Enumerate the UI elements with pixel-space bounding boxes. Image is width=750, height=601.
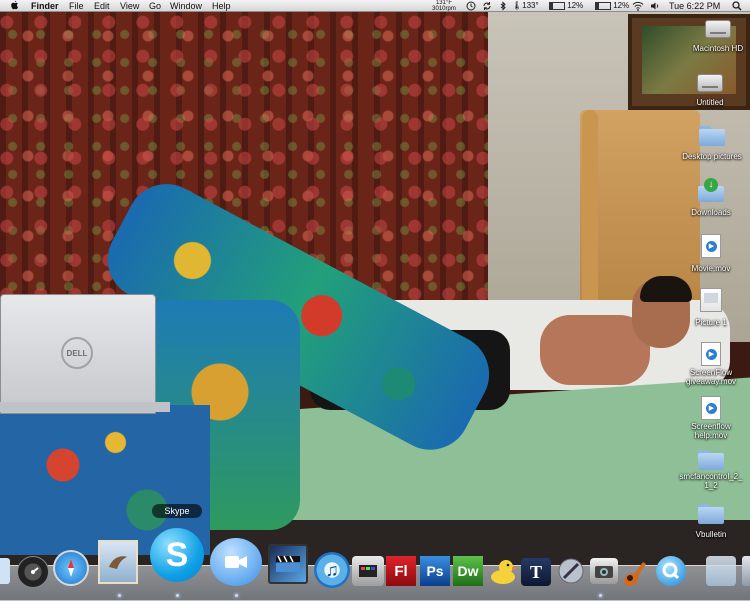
desktop-icon-downloads[interactable]: ↓ Downloads xyxy=(669,178,750,220)
time-machine-icon[interactable] xyxy=(466,0,476,12)
garageband-icon[interactable] xyxy=(620,558,650,586)
battery-percent-1: 12% xyxy=(567,1,584,10)
dock-running-indicator xyxy=(176,594,179,597)
ichat-icon[interactable] xyxy=(210,538,262,586)
picture-file-icon xyxy=(700,288,722,312)
trash-icon[interactable] xyxy=(742,556,750,586)
desktop-icon-label: Macintosh HD xyxy=(692,44,744,53)
menu-help[interactable]: Help xyxy=(209,0,234,12)
battery-icon xyxy=(549,1,565,10)
desktop-icon-screenflow-help[interactable]: ▶ Screenflow help.mov xyxy=(669,396,750,443)
imovie-icon[interactable] xyxy=(268,544,308,584)
photoshop-icon[interactable]: Ps xyxy=(420,556,450,586)
dock-running-indicator xyxy=(599,594,602,597)
quicktime-icon[interactable] xyxy=(656,556,686,586)
desktop-icon-label: ScreenFlow giveaway.mov xyxy=(685,368,737,386)
desktop-icon-macintosh-hd[interactable]: Macintosh HD xyxy=(676,20,750,56)
menu-go[interactable]: Go xyxy=(146,0,164,12)
desktop-icon-label: Vbulletin xyxy=(695,530,727,539)
hard-drive-icon xyxy=(697,74,723,92)
menu-edit[interactable]: Edit xyxy=(91,0,113,12)
movie-file-icon: ▶ xyxy=(701,342,721,366)
folder-icon xyxy=(699,126,725,146)
menu-window[interactable]: Window xyxy=(167,0,205,12)
wifi-icon[interactable] xyxy=(632,0,644,12)
bluetooth-icon[interactable] xyxy=(500,0,507,12)
safari-icon[interactable] xyxy=(53,550,89,586)
menu-bar: Finder File Edit View Go Window Help 131… xyxy=(0,0,750,12)
desktop-icon-label: Movie.mov xyxy=(691,264,731,273)
folder-icon xyxy=(698,504,724,524)
desktop-icon-smcfancontrol[interactable]: smcfancontrol_2_ 1_2 xyxy=(669,450,750,493)
desktop-icon-label: Desktop pictures xyxy=(682,152,742,161)
fan-speed-readout: 3010rpm xyxy=(432,6,456,12)
menu-file[interactable]: File xyxy=(66,0,87,12)
battery-status-2[interactable]: 12% xyxy=(594,0,629,12)
desktop-icon-desktop-pictures[interactable]: Desktop pictures xyxy=(670,126,750,164)
desktop-icon-label: smcfancontrol_2_ 1_2 xyxy=(679,472,743,490)
cyberduck-icon[interactable] xyxy=(488,556,518,586)
downloads-folder-icon: ↓ xyxy=(698,178,724,202)
desktop-wallpaper: DELL xyxy=(0,0,750,600)
mail-icon[interactable] xyxy=(98,540,138,584)
desktop-icon-untitled[interactable]: Untitled xyxy=(668,74,750,110)
desktop-icon-vbulletin[interactable]: Vbulletin xyxy=(669,504,750,542)
cpu-temp-status[interactable]: 🌡133° xyxy=(512,0,539,12)
volume-icon[interactable] xyxy=(650,0,660,12)
wallpaper-laptop-base xyxy=(0,402,170,412)
dashboard-icon[interactable] xyxy=(17,556,49,588)
skype-icon[interactable]: S xyxy=(150,528,204,582)
battery-percent-2: 12% xyxy=(613,1,630,10)
cpu-temp-readout: 133° xyxy=(522,1,539,10)
flash-icon[interactable]: Fl xyxy=(386,556,416,586)
utility-icon[interactable] xyxy=(556,556,586,586)
spotlight-icon[interactable] xyxy=(732,0,742,12)
thermometer-icon: 🌡 xyxy=(512,1,523,10)
dock-running-indicator xyxy=(118,594,121,597)
laptop-logo: DELL xyxy=(61,337,93,369)
movie-file-icon: ▶ xyxy=(701,396,721,420)
dreamweaver-icon[interactable]: Dw xyxy=(453,556,483,586)
fan-control-status[interactable]: 131°F 3010rpm xyxy=(432,0,456,12)
menubar-clock[interactable]: Tue 6:22 PM xyxy=(669,0,720,12)
movie-file-icon: ▶ xyxy=(701,234,721,258)
desktop-icon-movie-mov[interactable]: ▶ Movie.mov xyxy=(669,234,750,276)
menu-app-finder[interactable]: Finder xyxy=(28,0,62,12)
desktop-icon-label: Screenflow help.mov xyxy=(691,422,731,440)
apple-menu-icon[interactable] xyxy=(10,0,20,12)
textedit-icon[interactable]: T xyxy=(521,558,551,586)
stack-icon[interactable] xyxy=(706,556,736,586)
menu-view[interactable]: View xyxy=(117,0,142,12)
folder-icon xyxy=(698,450,724,470)
battery-icon xyxy=(595,1,611,10)
dvd-icon[interactable] xyxy=(352,556,384,586)
finder-icon[interactable] xyxy=(0,558,10,584)
dock-running-indicator xyxy=(235,594,238,597)
hard-drive-icon xyxy=(705,20,731,38)
desktop-icon-picture-1[interactable]: Picture 1 xyxy=(669,288,750,330)
battery-status-1[interactable]: 12% xyxy=(548,0,583,12)
desktop-icon-label: Picture 1 xyxy=(695,318,727,327)
dock-tooltip: Skype xyxy=(152,504,202,518)
itunes-icon[interactable]: ♫ xyxy=(314,552,350,588)
wallpaper-laptop: DELL xyxy=(0,294,156,414)
desktop-icon-label: Downloads xyxy=(691,208,731,217)
desktop-icon-label: Untitled xyxy=(696,98,724,107)
image-capture-icon[interactable] xyxy=(590,558,618,584)
desktop-icon-screenflow-giveaway[interactable]: ▶ ScreenFlow giveaway.mov xyxy=(669,342,750,389)
wallpaper-bedpost xyxy=(582,110,598,330)
sync-icon[interactable] xyxy=(482,0,492,12)
